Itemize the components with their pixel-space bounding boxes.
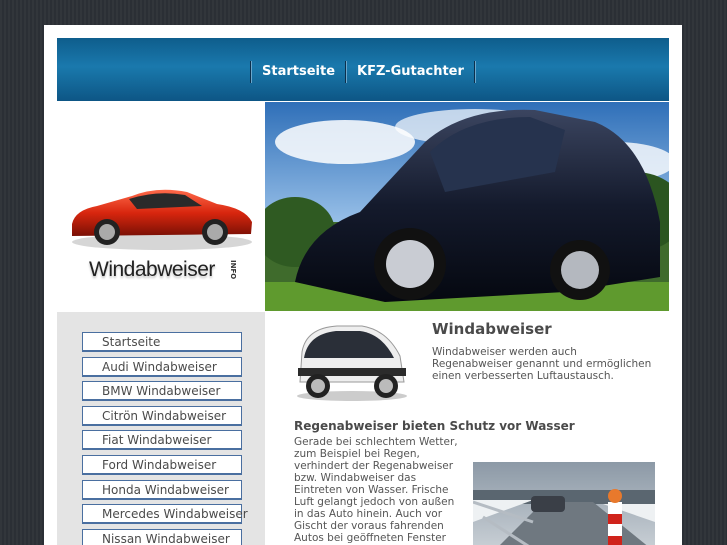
sidebar-item-ford[interactable]: Ford Windabweiser [82, 454, 242, 475]
nav-separator [473, 61, 476, 83]
sidebar-item-audi[interactable]: Audi Windabweiser [82, 356, 242, 377]
logo-text: Windabweiser [89, 258, 215, 281]
sidebar-item-honda[interactable]: Honda Windabweiser [82, 479, 242, 500]
winter-road-photo [473, 462, 655, 545]
section-title: Regenabweiser bieten Schutz vor Wasser [294, 419, 575, 433]
logo-suffix: INFO [229, 260, 237, 280]
red-sports-car-icon [72, 189, 252, 250]
site-logo[interactable]: Windabweiser INFO [57, 102, 265, 311]
sidebar-item-mercedes[interactable]: Mercedes Windabweiser [82, 504, 248, 525]
intro-text: Windabweiser werden auch Regenabweiser g… [432, 346, 652, 382]
sidebar-item-fiat[interactable]: Fiat Windabweiser [82, 430, 242, 451]
sidebar-item-nissan[interactable]: Nissan Windabweiser [82, 528, 242, 545]
nav-link-kfz-gutachter[interactable]: KFZ-Gutachter [347, 61, 474, 83]
section-text: Gerade bei schlechtem Wetter, zum Beispi… [294, 436, 458, 545]
page-container: Startseite KFZ-Gutachter Windabweiser IN… [44, 25, 682, 545]
sidebar-item-citroen[interactable]: Citrön Windabweiser [82, 405, 242, 426]
sidebar-item-startseite[interactable]: Startseite [82, 332, 242, 352]
smart-car-photo [297, 325, 407, 401]
header-bar: Startseite KFZ-Gutachter [57, 38, 669, 101]
page-title: Windabweiser [432, 320, 552, 338]
sidebar-menu: Startseite Audi Windabweiser BMW Windabw… [82, 332, 248, 545]
top-navigation: Startseite KFZ-Gutachter [250, 61, 476, 83]
nav-link-startseite[interactable]: Startseite [252, 61, 345, 83]
sidebar: Startseite Audi Windabweiser BMW Windabw… [57, 312, 265, 545]
winter-road-image [473, 462, 655, 545]
black-hatchback-photo [265, 102, 669, 311]
sidebar-item-bmw[interactable]: BMW Windabweiser [82, 381, 242, 402]
hero-image [265, 102, 669, 311]
